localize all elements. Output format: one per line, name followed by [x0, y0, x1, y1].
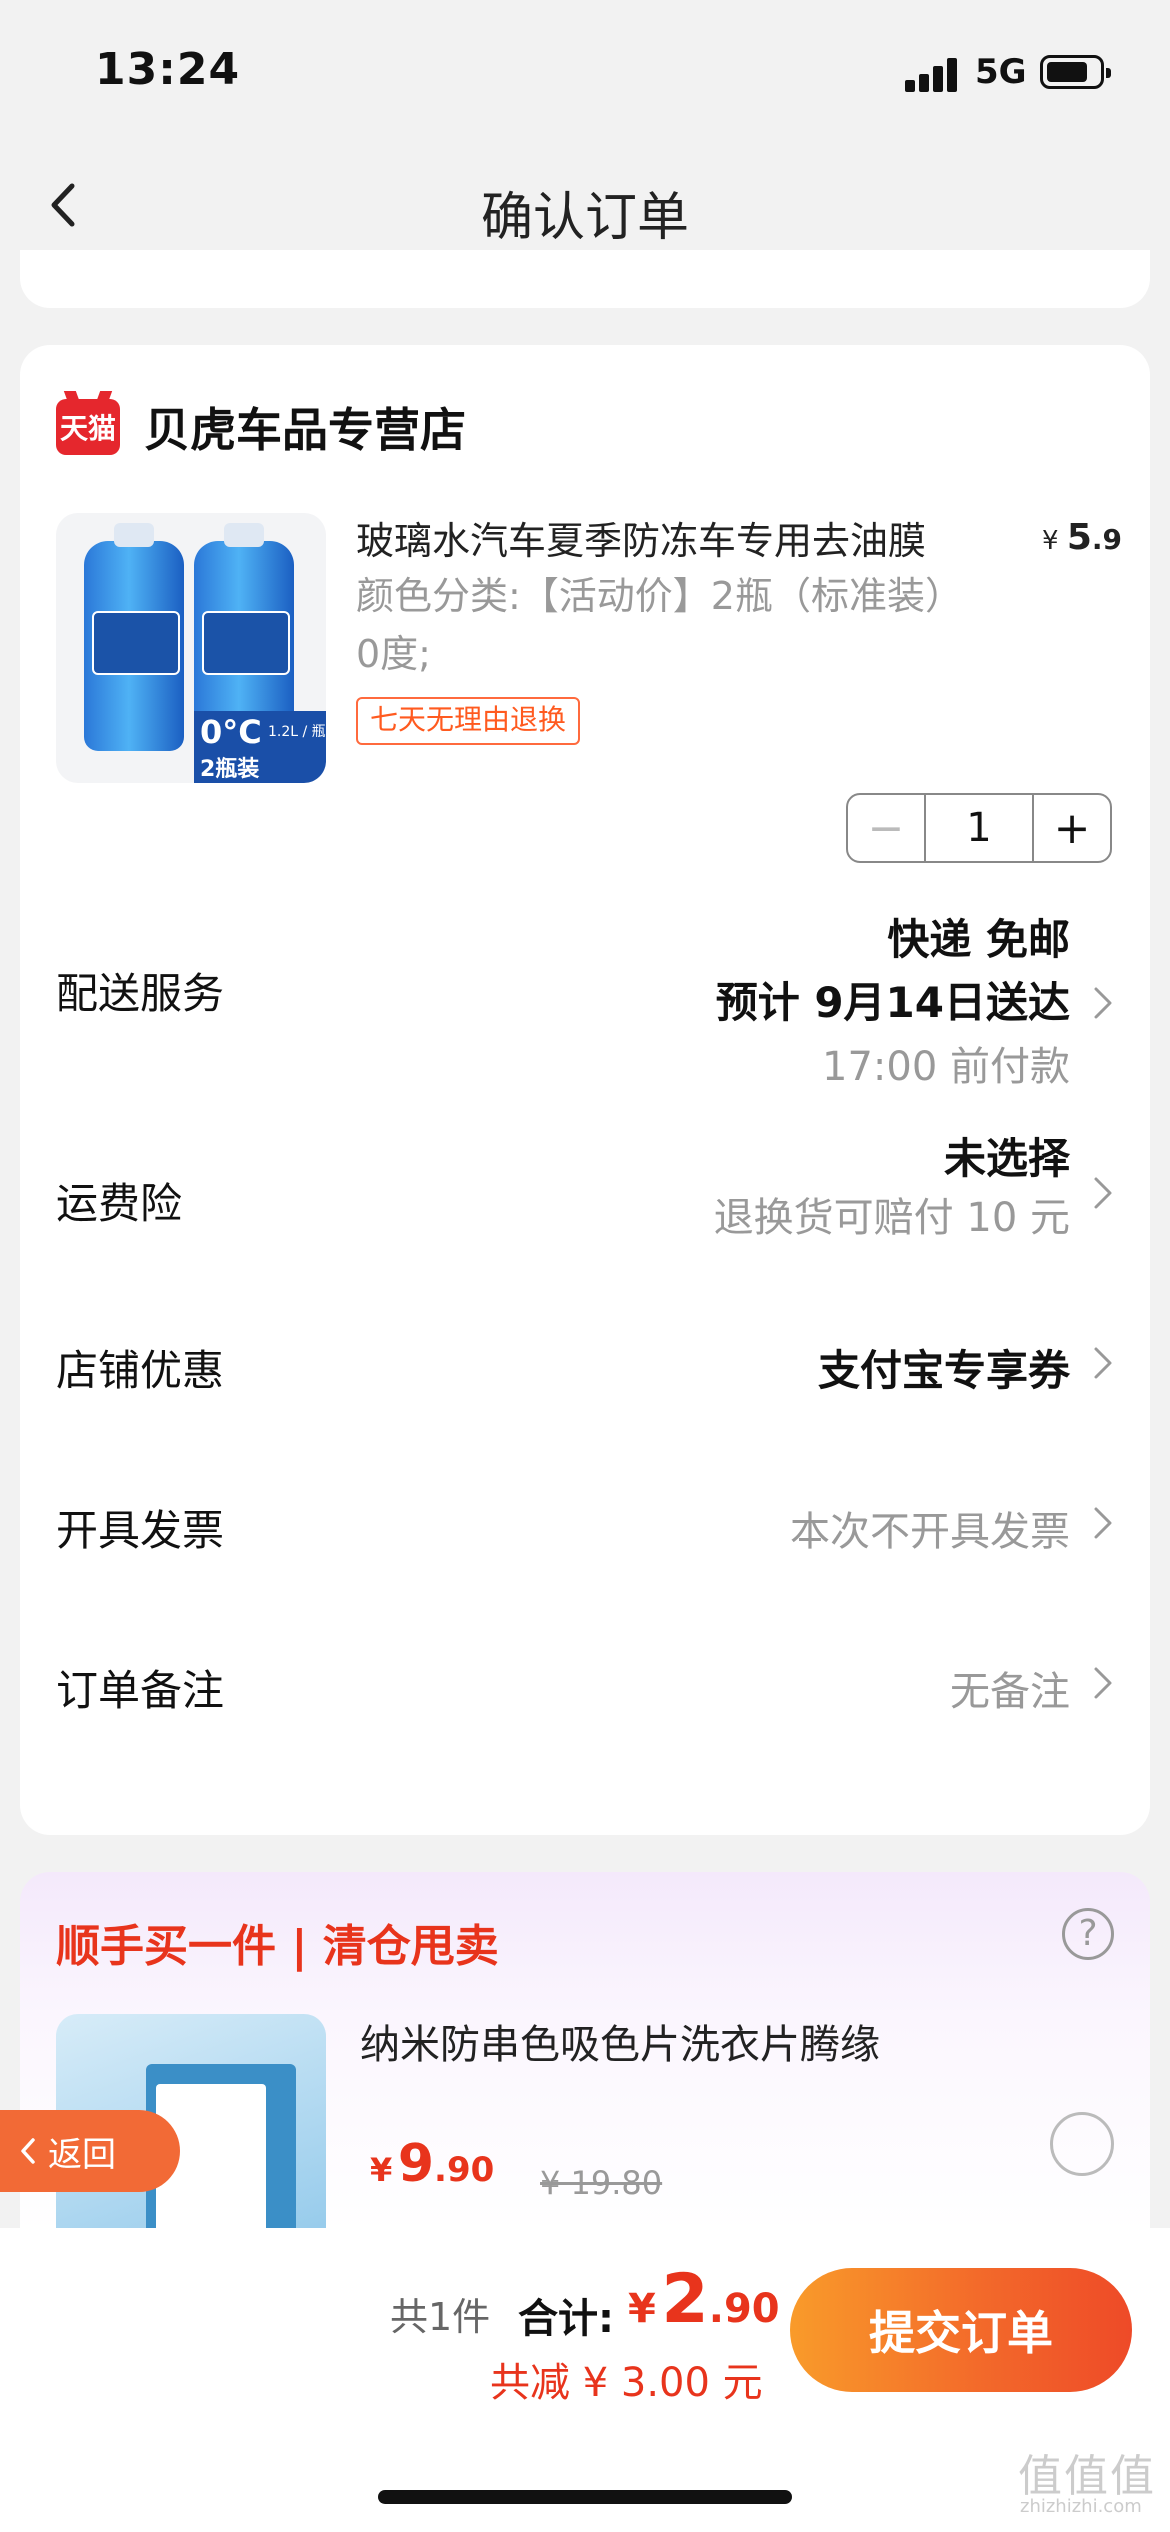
signal-icon [905, 58, 959, 92]
invoice-value[interactable]: 本次不开具发票 [790, 1499, 1070, 1557]
product-image[interactable]: 0°C 1.2L / 瓶 2瓶装 [56, 513, 326, 783]
upsell-title: 顺手买一件 | 清仓甩卖 [56, 1921, 499, 1972]
chevron-right-icon [1092, 1665, 1114, 1701]
checkout-bar: 共1件 合计: ¥ 2.90 共减 ¥ 3.00 元 提交订单 [0, 2228, 1170, 2532]
submit-order-button[interactable]: 提交订单 [790, 2268, 1132, 2392]
upsell-price-dec: .90 [434, 2150, 495, 2190]
chevron-right-icon [1092, 1505, 1114, 1541]
previous-card-edge [20, 250, 1150, 308]
delivery-method: 快递 免邮 [887, 915, 1070, 964]
upsell-price-int: 9 [397, 2134, 435, 2194]
delivery-label: 配送服务 [56, 969, 225, 1018]
watermark-url: zhizhizhi.com [1020, 2496, 1142, 2517]
plus-button[interactable]: + [1032, 795, 1110, 861]
discount-label: 店铺优惠 [56, 1346, 225, 1395]
price-symbol: ¥ [1042, 526, 1059, 556]
product-title[interactable]: 玻璃水汽车夏季防冻车专用去油膜 [356, 510, 1016, 565]
upsell-section: 顺手买一件 | 清仓甩卖 ? 纳米防串色吸色片洗衣片腾缘 ¥ 9.90 ¥ 19… [20, 1872, 1150, 2232]
total-amount: ¥ 2.90 [628, 2260, 780, 2339]
insurance-desc: 退换货可赔付 10 元 [713, 1195, 1070, 1241]
return-policy-tag: 七天无理由退换 [356, 697, 581, 745]
insurance-status: 未选择 [943, 1134, 1070, 1183]
upsell-product-name[interactable]: 纳米防串色吸色片洗衣片腾缘 [360, 2012, 880, 2070]
page-title: 确认订单 [480, 188, 689, 248]
upsell-price-symbol: ¥ [370, 2151, 393, 2189]
total-label: 合计: [518, 2296, 614, 2342]
upsell-price: ¥ 9.90 [370, 2134, 494, 2194]
image-badge-temp: 0°C [200, 713, 262, 751]
chevron-right-icon [1092, 985, 1114, 1021]
watermark-logo: 值值值 [1018, 2451, 1156, 2502]
status-time: 13:24 [95, 44, 241, 95]
delivery-eta: 预计 9月14日送达 [715, 978, 1070, 1027]
remark-label: 订单备注 [56, 1666, 225, 1715]
invoice-label: 开具发票 [56, 1506, 225, 1555]
minus-button[interactable]: − [848, 795, 926, 861]
order-card: 天猫 贝虎车品专营店 0°C 1.2L / 瓶 2瓶装 玻璃水汽车夏季防冻车专用… [20, 345, 1150, 1835]
delivery-row[interactable]: 快递 免邮 预计 9月14日送达 17:00 前付款 [716, 910, 1070, 1098]
chevron-right-icon [1092, 1345, 1114, 1381]
delivery-deadline: 17:00 前付款 [822, 1044, 1070, 1090]
total-dec: .90 [708, 2286, 780, 2332]
floating-back-label: 返回 [48, 2134, 116, 2175]
home-indicator[interactable] [378, 2490, 792, 2504]
insurance-row[interactable]: 未选择 退换货可赔付 10 元 [714, 1130, 1070, 1248]
image-badge: 0°C 1.2L / 瓶 2瓶装 [194, 711, 326, 783]
shop-name: 贝虎车品专营店 [144, 403, 466, 457]
image-badge-volume: 1.2L / 瓶 [268, 724, 326, 740]
total-symbol: ¥ [628, 2286, 656, 2332]
chevron-right-icon [1092, 1175, 1114, 1211]
bottle-icon [84, 523, 184, 751]
shop-header[interactable]: 天猫 贝虎车品专营店 [56, 397, 466, 457]
quantity-stepper: − 1 + [846, 793, 1112, 863]
image-badge-count: 2瓶装 [200, 757, 260, 782]
network-type: 5G [975, 52, 1027, 92]
upsell-select-radio[interactable] [1050, 2112, 1114, 2176]
price-int: 5 [1066, 517, 1092, 558]
total-int: 2 [661, 2260, 709, 2339]
help-icon[interactable]: ? [1062, 1908, 1114, 1960]
chevron-left-icon [21, 2138, 35, 2164]
status-bar: 13:24 5G [0, 0, 1170, 140]
insurance-label: 运费险 [56, 1179, 183, 1228]
tmall-logo-icon: 天猫 [56, 399, 120, 455]
floating-back-button[interactable]: 返回 [0, 2110, 180, 2192]
remark-value[interactable]: 无备注 [950, 1659, 1070, 1717]
product-spec[interactable]: 颜色分类:【活动价】2瓶（标准装）0度; [356, 567, 956, 683]
item-count: 共1件 [390, 2295, 491, 2339]
saved-amount: 共减 ¥ 3.00 元 [490, 2360, 763, 2406]
upsell-original-price: ¥ 19.80 [540, 2164, 663, 2202]
product-price: ¥ 5.9 [1042, 517, 1122, 558]
discount-value[interactable]: 支付宝专享券 [818, 1337, 1070, 1398]
battery-icon [1040, 55, 1111, 89]
quantity-value[interactable]: 1 [926, 795, 1032, 861]
price-dec: .9 [1091, 523, 1122, 556]
